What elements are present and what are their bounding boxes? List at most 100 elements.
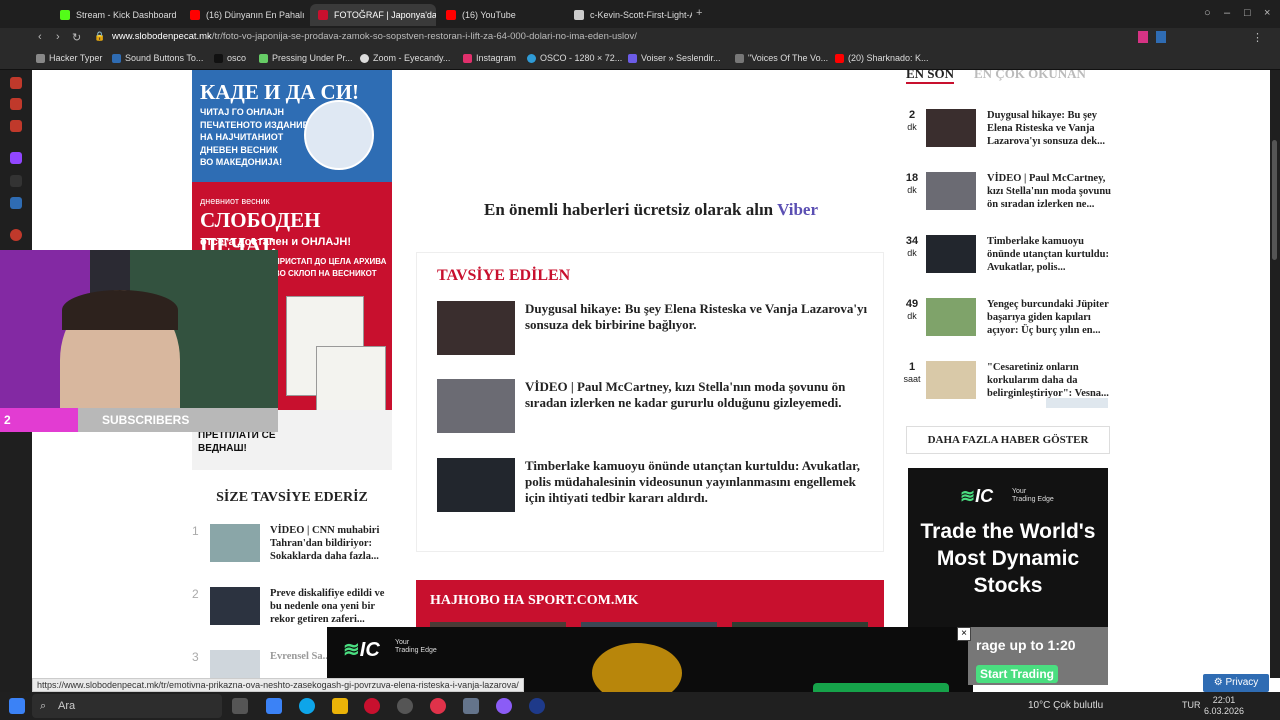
article-thumbnail[interactable]	[210, 587, 260, 625]
article-title[interactable]: VİDEO | Paul McCartney, kızı Stella'nın …	[525, 379, 870, 411]
latest-item[interactable]: 49 dk Yengeç burcundaki Jüpiter başarıya …	[902, 298, 1117, 348]
tab-latest[interactable]: EN SON	[906, 70, 955, 84]
bookmark-icon	[360, 53, 369, 63]
tab-kick[interactable]: Stream - Kick Dashboard	[52, 4, 180, 26]
latest-item[interactable]: 34 dk Timberlake kamuoyu önünde utançtan …	[902, 235, 1117, 285]
bookmark-zoom[interactable]: Zoom - Eyecandy...	[360, 53, 450, 63]
forward-icon[interactable]: ›	[56, 31, 60, 43]
recommended-item[interactable]: Duygusal hikaye: Bu şey Elena Risteska v…	[437, 301, 867, 357]
sidebar-icon-5[interactable]	[10, 229, 22, 241]
sport-title[interactable]: НАЈНОВО НА SPORT.COM.MK	[430, 593, 638, 609]
time-value: 18	[905, 172, 919, 184]
sidebar-icon-2[interactable]	[10, 77, 22, 89]
tab-slobodenpecat[interactable]: FOTOĞRAF | Japonya'da	[310, 4, 436, 26]
twitch-icon[interactable]	[10, 152, 22, 164]
article-title[interactable]: VİDEO | Paul McCartney, kızı Stella'nın …	[987, 172, 1117, 211]
tab-label: (16) Dünyanın En Pahalı Ev	[206, 10, 306, 20]
menu-icon[interactable]: ⋮	[1252, 31, 1263, 44]
article-title[interactable]: Timberlake kamuoyu önünde utançtan kurtu…	[987, 235, 1117, 274]
opera-gx-icon[interactable]	[364, 698, 380, 714]
sidebar-icon-3[interactable]	[10, 98, 22, 110]
suggest-item[interactable]: 1 VİDEO | CNN muhabiri Tahran'dan bildir…	[192, 524, 392, 572]
tab-youtube-2[interactable]: (16) YouTube	[438, 4, 562, 26]
edge-icon[interactable]	[299, 698, 315, 714]
app-icon[interactable]	[266, 698, 282, 714]
minimize-icon[interactable]: –	[1224, 7, 1230, 19]
article-title[interactable]: Preve diskalifiye edildi ve bu nedenle o…	[270, 587, 392, 626]
steam-icon[interactable]	[529, 698, 545, 714]
recommended-item[interactable]: Timberlake kamuoyu önünde utançtan kurtu…	[437, 458, 867, 514]
article-thumbnail[interactable]	[210, 524, 260, 562]
bookmark-instagram[interactable]: Instagram	[463, 53, 516, 63]
article-thumbnail[interactable]	[926, 361, 976, 399]
new-tab-icon[interactable]: +	[696, 7, 702, 19]
obs-icon[interactable]	[397, 698, 413, 714]
bookmark-osco-1280[interactable]: OSCO - 1280 × 72...	[527, 53, 622, 63]
youtube-icon	[190, 10, 200, 20]
bookmark-voices[interactable]: "Voices Of The Vo...	[735, 53, 828, 63]
close-window-icon[interactable]: ×	[1264, 7, 1270, 19]
latest-item[interactable]: 2 dk Duygusal hikaye: Bu şey Elena Ristes…	[902, 109, 1117, 159]
article-thumbnail[interactable]	[926, 109, 976, 147]
tab-document[interactable]: c-Kevin-Scott-First-Light-A	[566, 4, 692, 26]
time-ago: 1 saat	[902, 361, 922, 385]
task-view-icon[interactable]	[232, 698, 248, 714]
sidebar-icon-4[interactable]	[10, 120, 22, 132]
article-thumbnail[interactable]	[437, 458, 515, 512]
maximize-icon[interactable]: □	[1244, 7, 1251, 19]
bookmark-label: (20) Sharknado: K...	[848, 53, 929, 63]
start-trading-button[interactable]: Start Trading	[976, 665, 1059, 683]
x-icon[interactable]	[10, 175, 22, 187]
ad-cta-button[interactable]	[813, 683, 949, 692]
file-explorer-icon[interactable]	[332, 698, 348, 714]
article-title[interactable]: Duygusal hikaye: Bu şey Elena Risteska v…	[987, 109, 1117, 148]
bookmark-sharknado[interactable]: (20) Sharknado: K...	[835, 53, 929, 63]
recommended-item[interactable]: VİDEO | Paul McCartney, kızı Stella'nın …	[437, 379, 867, 435]
sidebar-app-icon[interactable]	[10, 197, 22, 209]
search-tabs-icon[interactable]: ○	[1204, 7, 1211, 19]
language-indicator[interactable]: TUR	[1182, 700, 1201, 710]
scroll-thumb[interactable]	[1272, 140, 1277, 260]
article-thumbnail[interactable]	[437, 379, 515, 433]
clock[interactable]: 22:01 6.03.2026	[1204, 695, 1244, 717]
close-ad-icon[interactable]: ×	[957, 627, 971, 641]
article-title[interactable]: VİDEO | CNN muhabiri Tahran'dan bildiriy…	[270, 524, 392, 563]
extension-icon-1[interactable]	[1138, 31, 1148, 43]
latest-item[interactable]: 18 dk VİDEO | Paul McCartney, kızı Stella…	[902, 172, 1117, 222]
trading-ad-side[interactable]: rage up to 1:20 Start Trading	[968, 627, 1108, 685]
article-title[interactable]: Duygusal hikaye: Bu şey Elena Risteska v…	[525, 301, 870, 333]
article-title[interactable]: Timberlake kamuoyu önünde utançtan kurtu…	[525, 458, 870, 506]
start-icon[interactable]	[9, 698, 25, 714]
bookmark-pressing[interactable]: Pressing Under Pr...	[259, 53, 353, 63]
taskbar-search[interactable]: ⌕ Ara	[32, 694, 222, 718]
url-field[interactable]: www.slobodenpecat.mk/tr/foto-vo-japonija…	[112, 31, 637, 42]
tab-popular[interactable]: EN ÇOK OKUNAN	[974, 70, 1086, 82]
more-news-button[interactable]: DAHA FAZLA HABER GÖSTER	[906, 426, 1110, 454]
article-title[interactable]: Yengeç burcundaki Jüpiter başarıya giden…	[987, 298, 1117, 337]
article-thumbnail[interactable]	[926, 235, 976, 273]
article-thumbnail[interactable]	[437, 301, 515, 355]
privacy-button[interactable]: ⚙ Privacy	[1203, 674, 1269, 692]
opera-icon[interactable]	[430, 698, 446, 714]
article-thumbnail[interactable]	[926, 298, 976, 336]
article-title[interactable]: "Cesaretiniz onların korkularım daha da …	[987, 361, 1117, 400]
app-icon-2[interactable]	[463, 698, 479, 714]
bookmark-sound-buttons[interactable]: Sound Buttons To...	[112, 53, 203, 63]
bookmark-icon	[735, 53, 744, 63]
article-thumbnail[interactable]	[926, 172, 976, 210]
extension-icon-2[interactable]	[1156, 31, 1166, 43]
tab-youtube-1[interactable]: (16) Dünyanın En Pahalı Ev	[182, 4, 306, 26]
page-scrollbar[interactable]	[1270, 70, 1280, 678]
back-icon[interactable]: ‹	[38, 31, 42, 43]
article-thumbnail[interactable]	[210, 650, 260, 678]
ad-choices-icon[interactable]	[1046, 398, 1108, 408]
bookmarks-bar: Hacker Typer Sound Buttons To... osco Pr…	[0, 48, 1280, 70]
bookmark-icon	[628, 53, 637, 63]
discord-icon[interactable]	[496, 698, 512, 714]
bookmark-osco[interactable]: osco	[214, 53, 246, 63]
weather-widget[interactable]: 10°C Çok bulutlu	[1028, 700, 1103, 711]
bookmark-voiser[interactable]: Voiser » Seslendir...	[628, 53, 721, 63]
reload-icon[interactable]: ↻	[72, 31, 81, 44]
bookmark-hacker-typer[interactable]: Hacker Typer	[36, 53, 102, 63]
viber-link[interactable]: Viber	[777, 200, 818, 219]
